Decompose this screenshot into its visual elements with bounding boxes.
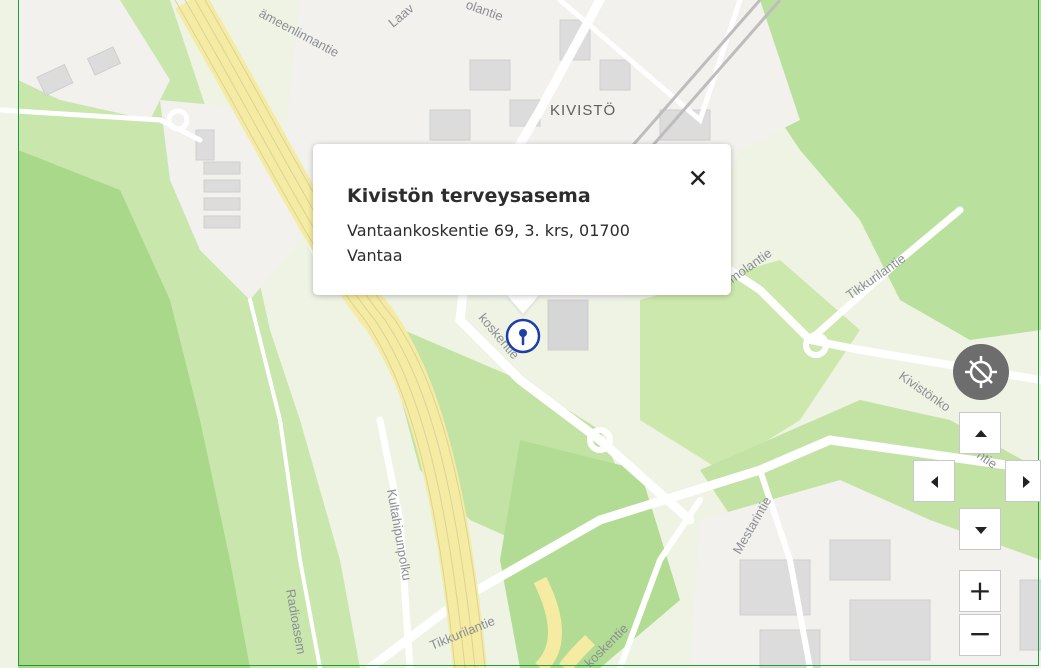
close-icon[interactable]: ✕ <box>685 166 711 192</box>
location-pin-icon[interactable] <box>505 318 541 354</box>
district-label: KIVISTÖ <box>550 101 616 119</box>
caret-down-icon <box>975 527 987 534</box>
popup-address: Vantaankoskentie 69, 3. krs, 01700 Vanta… <box>347 221 630 265</box>
gps-off-icon[interactable] <box>953 344 1009 400</box>
pan-up-button[interactable] <box>959 412 1001 454</box>
zoom-out-button[interactable]: − <box>959 614 1001 656</box>
caret-up-icon <box>975 430 987 437</box>
popup-title: Kivistön terveysasema <box>347 185 591 207</box>
popup-pointer <box>506 294 540 314</box>
caret-left-icon <box>931 476 938 488</box>
location-popup: Kivistön terveysasema Vantaankoskentie 6… <box>313 144 731 295</box>
caret-right-icon <box>1023 476 1030 488</box>
map-view[interactable]: KIVISTÖ ämeenlinnantie Laav olantie imol… <box>0 0 1041 668</box>
pan-down-button[interactable] <box>959 508 1001 550</box>
pan-left-button[interactable] <box>913 460 955 502</box>
pan-right-button[interactable] <box>1005 460 1041 502</box>
zoom-in-button[interactable]: + <box>959 570 1001 612</box>
